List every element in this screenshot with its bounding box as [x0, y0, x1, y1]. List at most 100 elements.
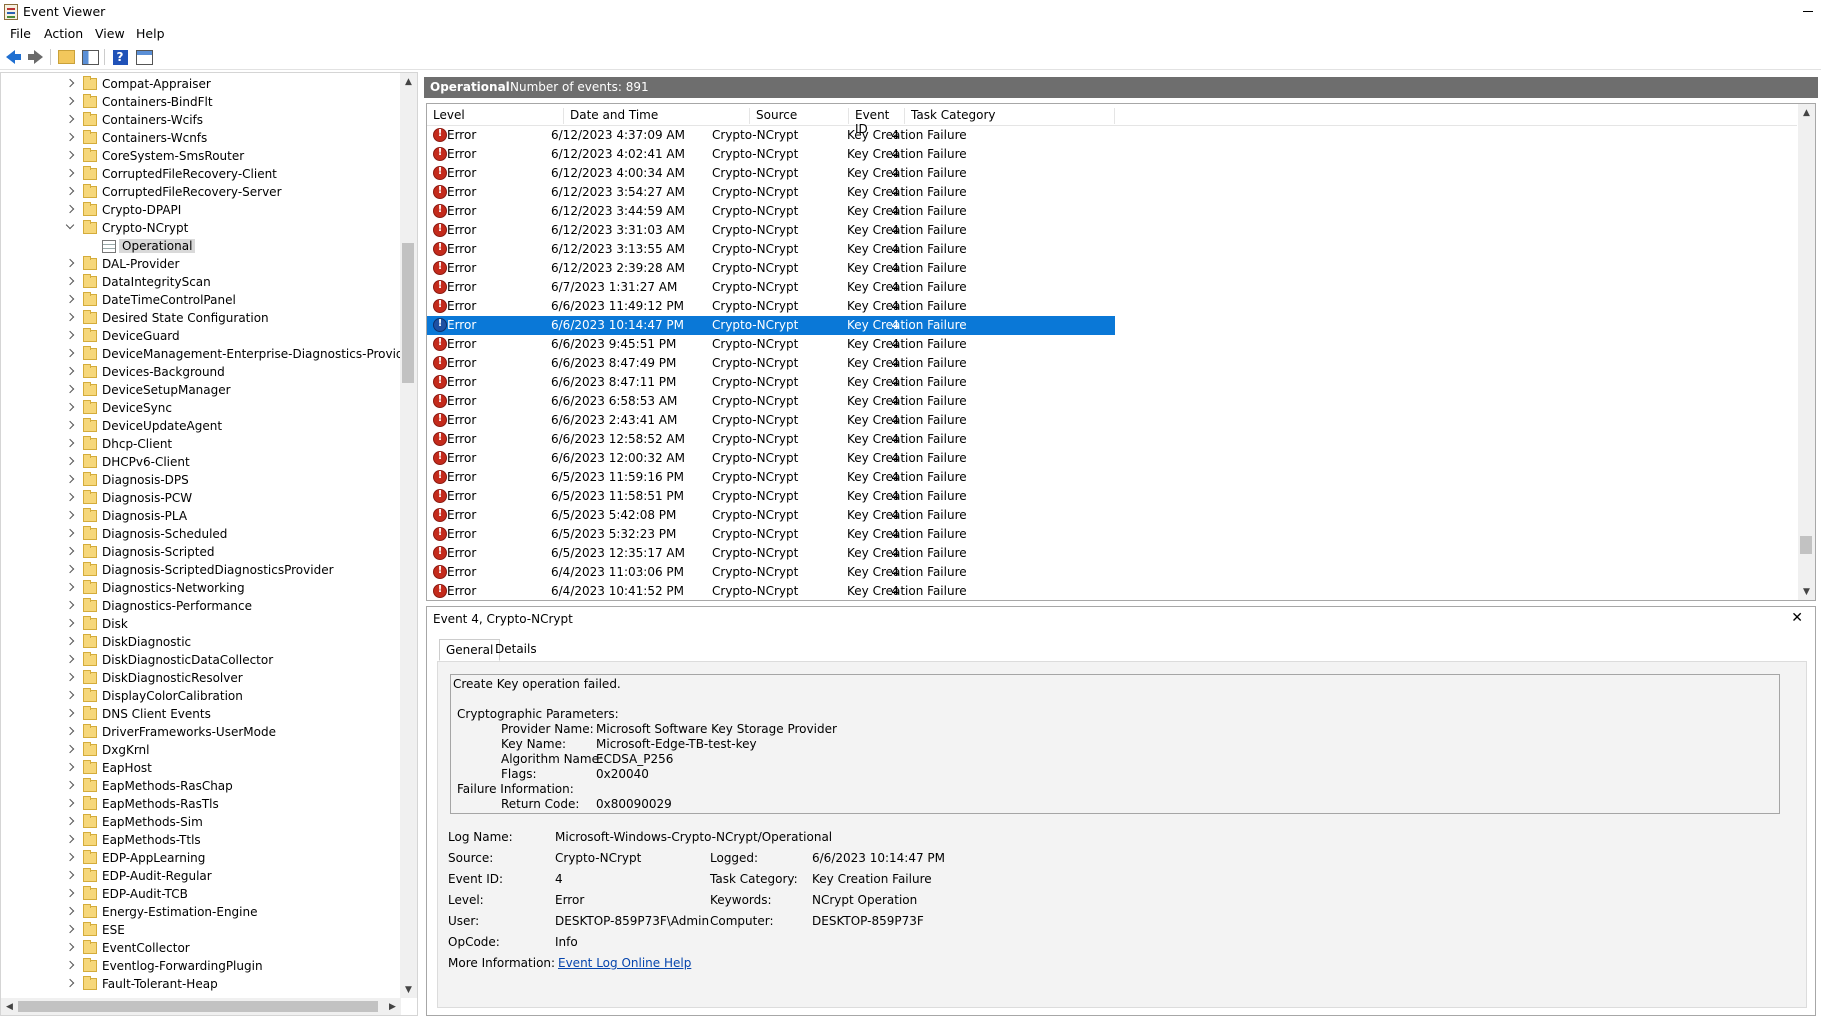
tree-item[interactable]: EapMethods-Sim [1, 814, 401, 832]
event-row[interactable]: Error6/6/2023 12:00:32 AMCrypto-NCrypt4K… [427, 449, 1115, 468]
tree-item[interactable]: DriverFrameworks-UserMode [1, 724, 401, 742]
chevron-right-icon[interactable] [65, 708, 75, 718]
forward-arrow-icon[interactable] [25, 47, 45, 67]
chevron-right-icon[interactable] [65, 420, 75, 430]
menu-action[interactable]: Action [44, 26, 83, 41]
chevron-right-icon[interactable] [65, 276, 75, 286]
scroll-thumb[interactable] [402, 243, 414, 383]
tree-item[interactable]: DNS Client Events [1, 706, 401, 724]
tree-item[interactable]: DeviceUpdateAgent [1, 418, 401, 436]
tree-item[interactable]: EapMethods-Ttls [1, 832, 401, 850]
chevron-right-icon[interactable] [65, 816, 75, 826]
scroll-right-icon[interactable]: ▶ [384, 998, 401, 1015]
tree-item[interactable]: CorruptedFileRecovery-Server [1, 184, 401, 202]
tree-item[interactable]: DisplayColorCalibration [1, 688, 401, 706]
chevron-right-icon[interactable] [65, 600, 75, 610]
chevron-right-icon[interactable] [65, 744, 75, 754]
folder-up-icon[interactable] [56, 47, 76, 67]
event-row[interactable]: Error6/6/2023 12:58:52 AMCrypto-NCrypt4K… [427, 430, 1115, 449]
tree-item[interactable]: Crypto-DPAPI [1, 202, 401, 220]
tree-item[interactable]: DeviceSetupManager [1, 382, 401, 400]
tree-horizontal-scrollbar[interactable]: ◀ ▶ [1, 998, 401, 1015]
column-header-level[interactable]: Level [427, 108, 564, 124]
scroll-down-icon[interactable]: ▼ [1798, 583, 1815, 600]
chevron-right-icon[interactable] [65, 456, 75, 466]
tree-item[interactable]: Diagnosis-PLA [1, 508, 401, 526]
chevron-right-icon[interactable] [65, 186, 75, 196]
tree-item[interactable]: Diagnostics-Performance [1, 598, 401, 616]
tree-item[interactable]: ESE [1, 922, 401, 940]
scroll-up-icon[interactable]: ▲ [1798, 104, 1815, 121]
scroll-up-icon[interactable]: ▲ [400, 73, 417, 90]
chevron-right-icon[interactable] [65, 348, 75, 358]
chevron-right-icon[interactable] [65, 618, 75, 628]
tree-item[interactable]: Diagnosis-DPS [1, 472, 401, 490]
chevron-right-icon[interactable] [65, 132, 75, 142]
tree-item[interactable]: DAL-Provider [1, 256, 401, 274]
chevron-right-icon[interactable] [65, 168, 75, 178]
event-row[interactable]: Error6/5/2023 11:59:16 PMCrypto-NCrypt4K… [427, 468, 1115, 487]
tree-item[interactable]: EDP-Audit-TCB [1, 886, 401, 904]
tree-item[interactable]: Eventlog-ForwardingPlugin [1, 958, 401, 976]
tree-item[interactable]: Fault-Tolerant-Heap [1, 976, 401, 994]
grid-vertical-scrollbar[interactable]: ▲ ▼ [1798, 104, 1815, 600]
chevron-right-icon[interactable] [65, 960, 75, 970]
tree-item[interactable]: EapHost [1, 760, 401, 778]
tree-vertical-scrollbar[interactable]: ▲ ▼ [400, 73, 417, 998]
event-row[interactable]: Error6/12/2023 4:00:34 AMCrypto-NCrypt4K… [427, 164, 1115, 183]
event-row[interactable]: Error6/6/2023 6:58:53 AMCrypto-NCrypt4Ke… [427, 392, 1115, 411]
tree-item[interactable]: Devices-Background [1, 364, 401, 382]
menu-view[interactable]: View [95, 26, 125, 41]
tree-item[interactable]: Crypto-NCrypt [1, 220, 401, 238]
event-row[interactable]: Error6/5/2023 12:35:17 AMCrypto-NCrypt4K… [427, 544, 1115, 563]
chevron-right-icon[interactable] [65, 96, 75, 106]
event-row[interactable]: Error6/6/2023 10:14:47 PMCrypto-NCrypt4K… [427, 316, 1115, 335]
tree-item[interactable]: EapMethods-RasTls [1, 796, 401, 814]
back-arrow-icon[interactable] [3, 47, 23, 67]
event-row[interactable]: Error6/7/2023 1:31:27 AMCrypto-NCrypt4Ke… [427, 278, 1115, 297]
scroll-thumb[interactable] [18, 1001, 378, 1012]
chevron-right-icon[interactable] [65, 978, 75, 988]
event-row[interactable]: Error6/6/2023 2:43:41 AMCrypto-NCrypt4Ke… [427, 411, 1115, 430]
tree-item[interactable]: Compat-Appraiser [1, 76, 401, 94]
event-row[interactable]: Error6/12/2023 3:13:55 AMCrypto-NCrypt4K… [427, 240, 1115, 259]
show-hide-console-tree-icon[interactable] [80, 47, 100, 67]
chevron-right-icon[interactable] [65, 780, 75, 790]
event-row[interactable]: Error6/12/2023 3:54:27 AMCrypto-NCrypt4K… [427, 183, 1115, 202]
chevron-right-icon[interactable] [65, 888, 75, 898]
event-row[interactable]: Error6/5/2023 5:32:23 PMCrypto-NCrypt4Ke… [427, 525, 1115, 544]
chevron-right-icon[interactable] [65, 258, 75, 268]
tree-item-log[interactable]: Operational [1, 238, 401, 256]
event-row[interactable]: Error6/4/2023 10:41:52 PMCrypto-NCrypt4K… [427, 582, 1115, 600]
chevron-right-icon[interactable] [65, 798, 75, 808]
tree-item[interactable]: DeviceGuard [1, 328, 401, 346]
tree-item[interactable]: DiskDiagnostic [1, 634, 401, 652]
event-row[interactable]: Error6/5/2023 11:58:51 PMCrypto-NCrypt4K… [427, 487, 1115, 506]
tree-item[interactable]: Diagnosis-PCW [1, 490, 401, 508]
chevron-right-icon[interactable] [65, 762, 75, 772]
tree-item[interactable]: Containers-Wcifs [1, 112, 401, 130]
show-hide-action-pane-icon[interactable] [134, 47, 154, 67]
scroll-thumb[interactable] [1800, 536, 1812, 554]
chevron-right-icon[interactable] [65, 384, 75, 394]
event-log-online-help-link[interactable]: Event Log Online Help [558, 956, 691, 970]
chevron-right-icon[interactable] [65, 726, 75, 736]
chevron-right-icon[interactable] [65, 834, 75, 844]
tree-item[interactable]: DiskDiagnosticResolver [1, 670, 401, 688]
event-row[interactable]: Error6/6/2023 8:47:49 PMCrypto-NCrypt4Ke… [427, 354, 1115, 373]
event-row[interactable]: Error6/12/2023 3:44:59 AMCrypto-NCrypt4K… [427, 202, 1115, 221]
scroll-left-icon[interactable]: ◀ [1, 998, 18, 1015]
chevron-right-icon[interactable] [65, 906, 75, 916]
chevron-right-icon[interactable] [65, 114, 75, 124]
chevron-right-icon[interactable] [65, 438, 75, 448]
chevron-right-icon[interactable] [65, 672, 75, 682]
tree-item[interactable]: EventCollector [1, 940, 401, 958]
event-row[interactable]: Error6/6/2023 9:45:51 PMCrypto-NCrypt4Ke… [427, 335, 1115, 354]
chevron-right-icon[interactable] [65, 510, 75, 520]
event-row[interactable]: Error6/4/2023 11:03:06 PMCrypto-NCrypt4K… [427, 563, 1115, 582]
tree-item[interactable]: DateTimeControlPanel [1, 292, 401, 310]
chevron-right-icon[interactable] [65, 474, 75, 484]
chevron-right-icon[interactable] [65, 654, 75, 664]
tree-item[interactable]: DxgKrnl [1, 742, 401, 760]
tree-item[interactable]: Desired State Configuration [1, 310, 401, 328]
